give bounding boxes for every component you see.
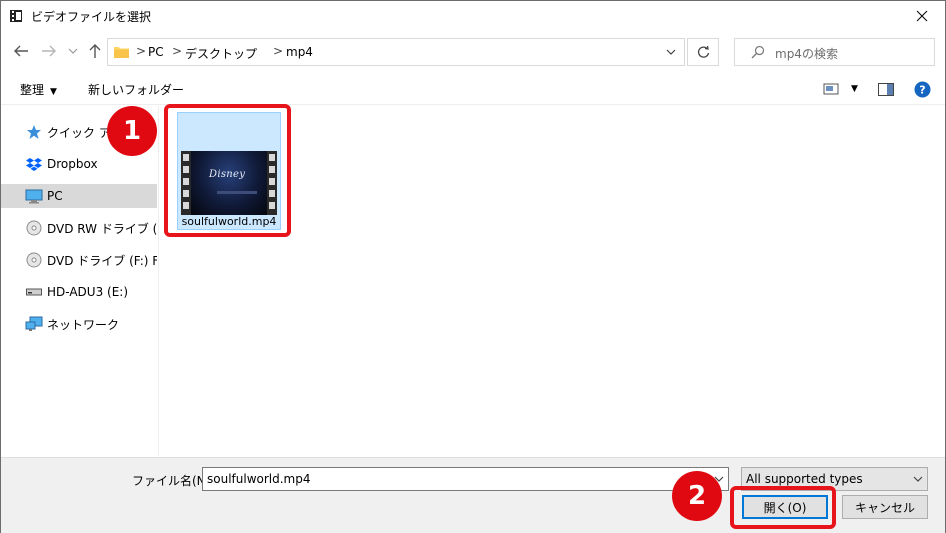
sidebar-item-label: Dropbox (47, 157, 98, 171)
highlight-file-selection (164, 104, 291, 237)
title-bar: ビデオファイルを選択 (1, 1, 945, 31)
breadcrumb-mp4[interactable]: mp4 (286, 45, 313, 59)
sidebar-item-dvd-rw-drive[interactable]: DVD RW ドライブ (D:) F (1, 216, 157, 240)
forward-button[interactable] (39, 41, 59, 61)
step-badge-2: 2 (672, 471, 722, 521)
highlight-open-button (730, 486, 836, 529)
arrow-up-icon (89, 44, 101, 58)
breadcrumb-desktop[interactable]: デスクトップ (185, 45, 257, 62)
breadcrumb-separator: > (273, 44, 284, 58)
sidebar-item-label: HD-ADU3 (E:) (47, 285, 128, 299)
address-bar[interactable]: > PC > デスクトップ > mp4 (107, 38, 685, 66)
search-placeholder: mp4の検索 (775, 47, 838, 61)
app-icon (10, 10, 22, 22)
sidebar-item-label: DVD RW ドライブ (D:) F (47, 221, 157, 236)
preview-pane-button[interactable] (878, 79, 894, 99)
search-icon (751, 45, 765, 59)
filename-value: soulfulworld.mp4 (207, 472, 311, 486)
chevron-down-icon (68, 48, 78, 54)
file-open-dialog: ビデオファイルを選択 > PC > デスクトップ > mp4 mp4の検索 整理… (0, 0, 946, 533)
sidebar-item-network[interactable]: ネットワーク (1, 312, 157, 336)
disc-icon (25, 252, 43, 268)
change-view-button[interactable]: ▼ (823, 79, 858, 99)
back-button[interactable] (11, 41, 31, 61)
refresh-button[interactable] (687, 38, 719, 66)
arrow-left-icon (14, 45, 28, 57)
drive-icon (25, 284, 43, 300)
help-button[interactable]: ? (914, 79, 931, 99)
arrow-right-icon (42, 45, 56, 57)
folder-icon (114, 47, 129, 58)
view-icon (823, 83, 839, 95)
file-type-value: All supported types (746, 472, 863, 486)
sidebar-item-hd-adu3[interactable]: HD-ADU3 (E:) (1, 280, 157, 304)
up-button[interactable] (85, 41, 105, 61)
address-dropdown-button[interactable] (666, 45, 676, 59)
chevron-down-icon (666, 49, 676, 55)
dropbox-icon (25, 156, 43, 172)
breadcrumb-separator: > (172, 44, 183, 58)
close-button[interactable] (907, 3, 937, 29)
filename-input[interactable]: soulfulworld.mp4 (202, 467, 729, 491)
sidebar-item-label: PC (47, 189, 63, 203)
command-bar: 整理 ▼ 新しいフォルダー ▼ ? (1, 73, 945, 105)
star-icon (25, 124, 43, 140)
organize-label: 整理 (20, 83, 45, 97)
navigation-bar: > PC > デスクトップ > mp4 mp4の検索 (1, 35, 945, 69)
breadcrumb-separator: > (136, 44, 147, 58)
sidebar-item-dvd-drive[interactable]: DVD ドライブ (F:) FROZ (1, 248, 157, 272)
computer-icon (25, 188, 43, 204)
recent-locations-button[interactable] (63, 41, 83, 61)
window-title: ビデオファイルを選択 (31, 10, 152, 24)
disc-icon (25, 220, 43, 236)
sidebar-item-pc[interactable]: PC (1, 184, 157, 208)
search-box[interactable]: mp4の検索 (734, 38, 935, 66)
refresh-icon (697, 45, 709, 58)
step-badge-1: 1 (107, 106, 157, 156)
navigation-pane: クイック アクセス Dropbox PC DVD RW ドライブ (D:) F … (1, 106, 159, 456)
caret-down-icon: ▼ (50, 87, 57, 97)
svg-text:?: ? (919, 83, 925, 96)
new-folder-button[interactable]: 新しいフォルダー (88, 81, 184, 98)
caret-down-icon: ▼ (851, 84, 858, 94)
breadcrumb-pc[interactable]: PC (148, 45, 164, 59)
sidebar-item-label: DVD ドライブ (F:) FROZ (47, 253, 157, 268)
preview-pane-icon (878, 82, 894, 96)
close-icon (916, 10, 928, 22)
network-icon (25, 316, 43, 332)
sidebar-item-label: ネットワーク (47, 317, 120, 332)
organize-menu[interactable]: 整理 ▼ (20, 81, 57, 98)
chevron-down-icon (913, 472, 923, 486)
help-icon: ? (914, 81, 931, 97)
cancel-button[interactable]: キャンセル (842, 495, 928, 519)
